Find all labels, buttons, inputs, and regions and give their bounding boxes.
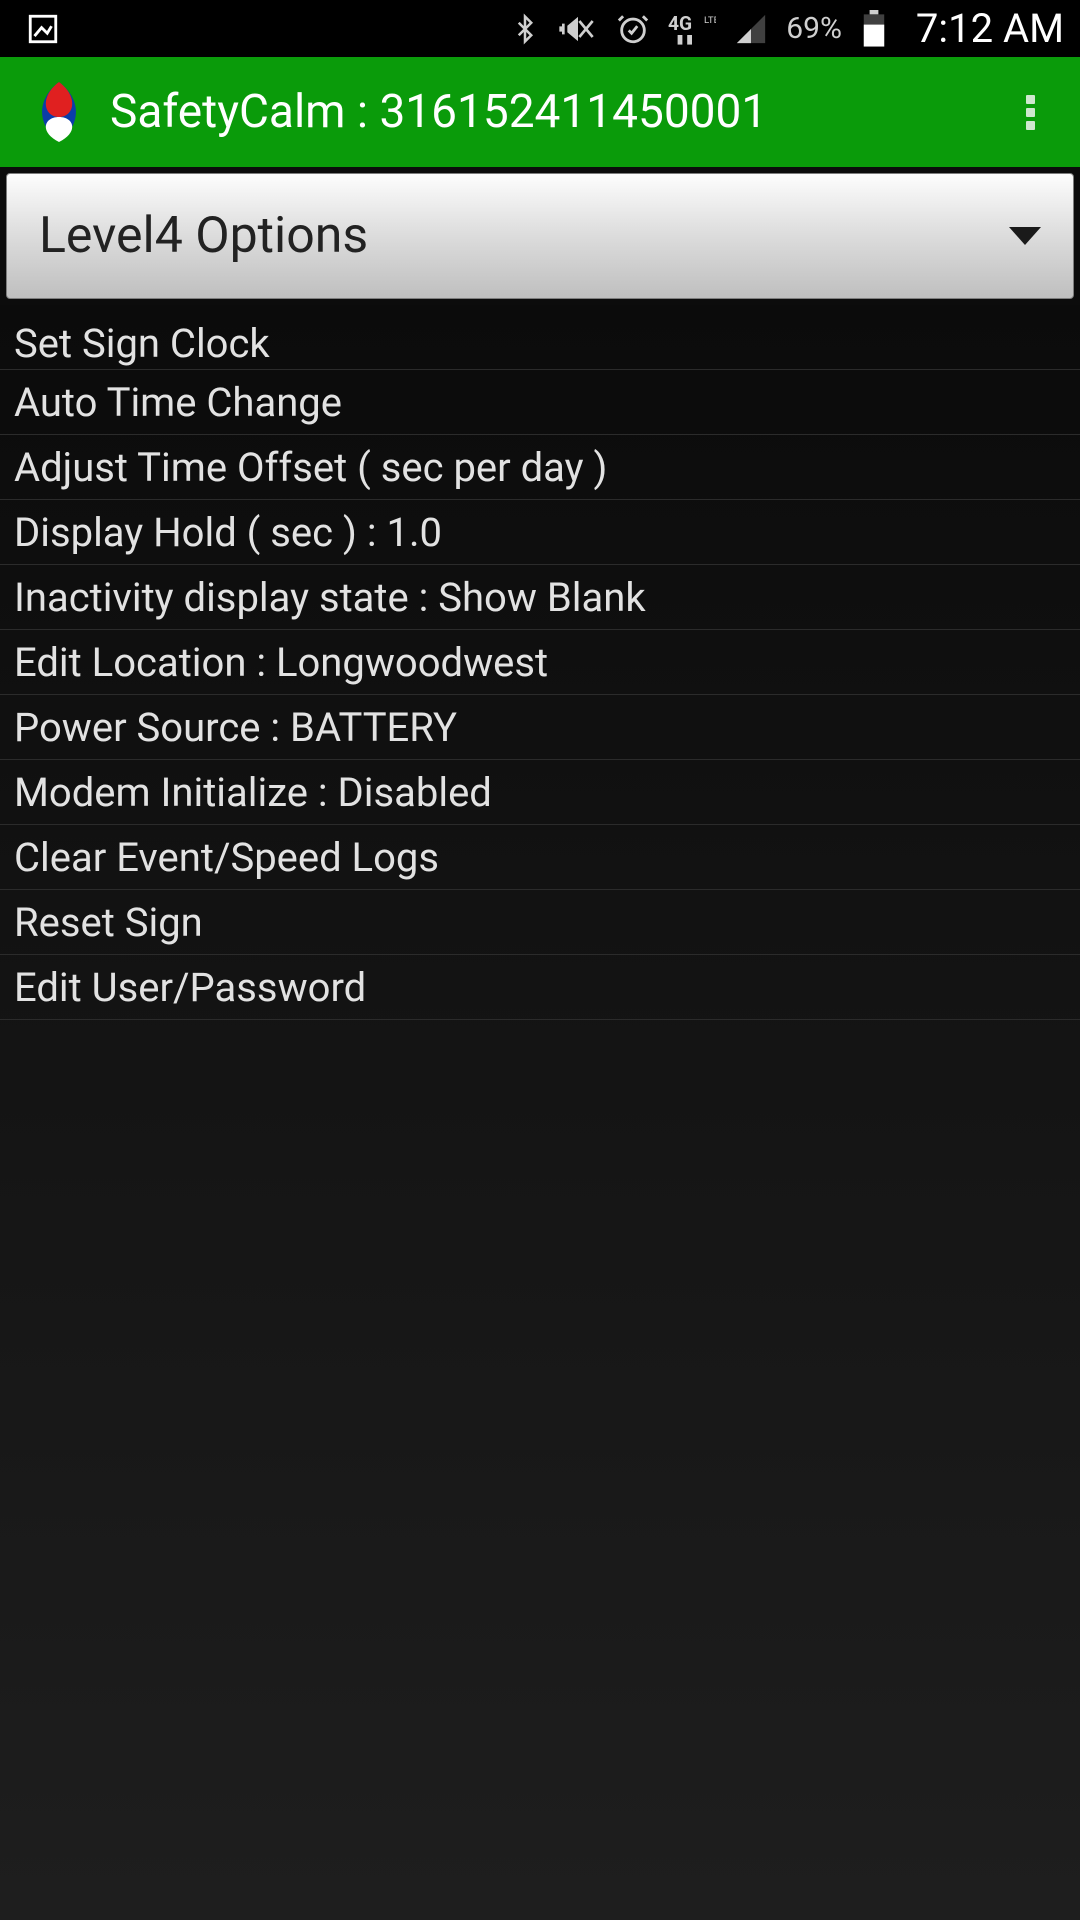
option-edit-user-password[interactable]: Edit User/Password xyxy=(0,955,1080,1020)
option-auto-time-change[interactable]: Auto Time Change xyxy=(0,370,1080,435)
image-icon xyxy=(26,12,60,46)
app-logo-icon xyxy=(24,77,94,147)
chevron-down-icon xyxy=(1009,227,1041,245)
options-list: Set Sign Clock Auto Time Change Adjust T… xyxy=(0,305,1080,1920)
option-clear-logs[interactable]: Clear Event/Speed Logs xyxy=(0,825,1080,890)
overflow-menu-button[interactable] xyxy=(980,57,1080,167)
app-bar: SafetyCalm : 316152411450001 xyxy=(0,57,1080,167)
option-set-sign-clock[interactable]: Set Sign Clock xyxy=(0,305,1080,370)
silent-vibrate-icon xyxy=(558,11,598,47)
bluetooth-icon xyxy=(510,11,540,47)
option-edit-location[interactable]: Edit Location : Longwoodwest xyxy=(0,630,1080,695)
option-power-source[interactable]: Power Source : BATTERY xyxy=(0,695,1080,760)
app-title: SafetyCalm : 316152411450001 xyxy=(110,85,980,139)
battery-percent: 69% xyxy=(786,11,842,46)
svg-text:LTE: LTE xyxy=(704,15,716,26)
svg-text:4G: 4G xyxy=(668,12,692,35)
status-bar: 4G LTE 69% 7:12 AM xyxy=(0,0,1080,57)
battery-icon xyxy=(860,10,888,48)
option-modem-initialize[interactable]: Modem Initialize : Disabled xyxy=(0,760,1080,825)
option-reset-sign[interactable]: Reset Sign xyxy=(0,890,1080,955)
status-clock: 7:12 AM xyxy=(916,5,1064,52)
level-spinner[interactable]: Level4 Options xyxy=(6,173,1074,299)
signal-4g-icon: 4G LTE xyxy=(668,11,716,47)
spinner-selected-label: Level4 Options xyxy=(39,207,1009,265)
option-inactivity-display[interactable]: Inactivity display state : Show Blank xyxy=(0,565,1080,630)
dots-icon xyxy=(1026,95,1035,104)
alarm-icon xyxy=(616,12,650,46)
cell-signal-icon xyxy=(734,12,768,46)
option-display-hold[interactable]: Display Hold ( sec ) : 1.0 xyxy=(0,500,1080,565)
option-adjust-time-offset[interactable]: Adjust Time Offset ( sec per day ) xyxy=(0,435,1080,500)
